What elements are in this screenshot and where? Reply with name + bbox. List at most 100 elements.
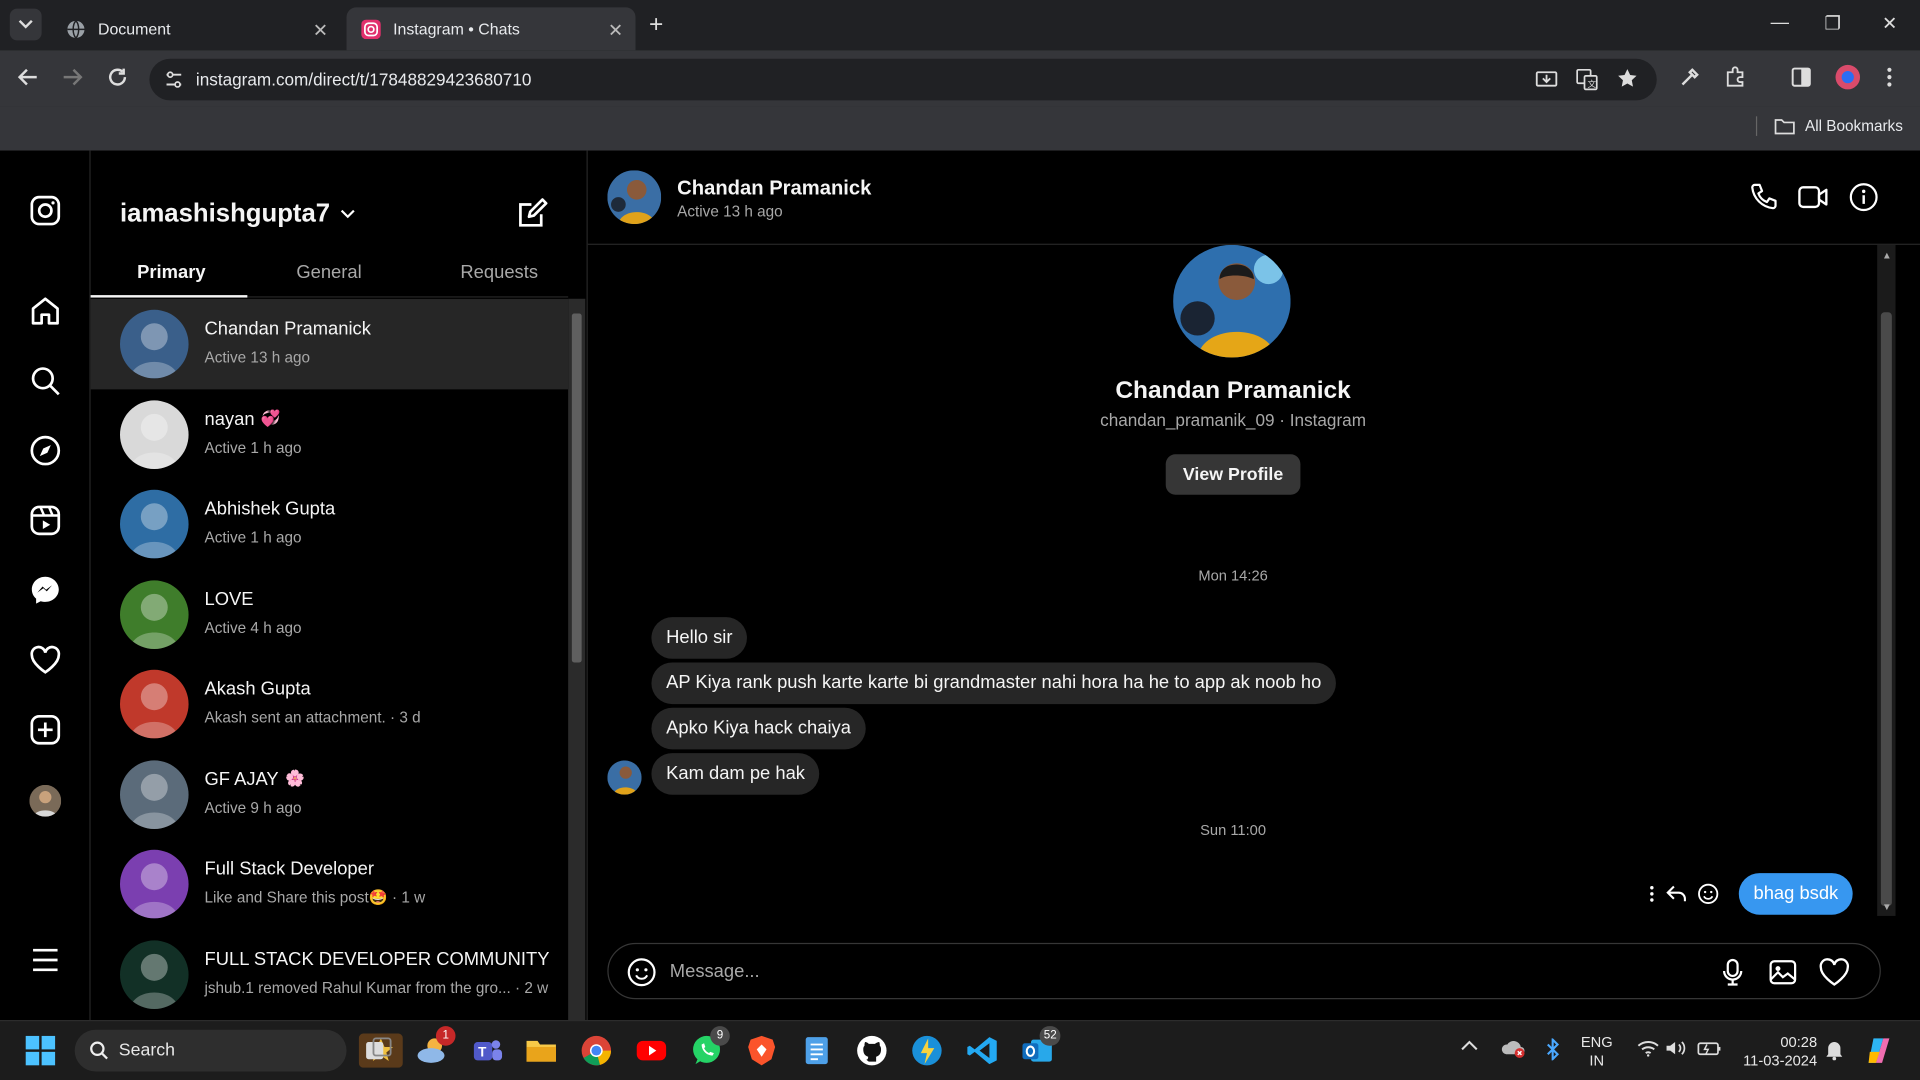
tab-document[interactable]: Document ✕ (51, 7, 340, 50)
new-message-compose-icon[interactable] (517, 197, 549, 229)
contact-avatar[interactable] (607, 170, 662, 225)
notepad-icon[interactable] (801, 1035, 833, 1067)
conversation-row[interactable]: nayan 💞 Active 1 h ago (91, 389, 569, 479)
contact-name[interactable]: Chandan Pramanick (677, 178, 871, 201)
incoming-message[interactable]: Hello sir (651, 617, 748, 659)
back-arrow-icon[interactable] (17, 66, 39, 88)
reload-icon[interactable] (107, 66, 129, 88)
bluetooth-icon[interactable] (1545, 1038, 1577, 1070)
day-separator: Sun 11:00 (1200, 821, 1267, 839)
site-settings-icon[interactable] (164, 70, 184, 90)
more-menu-icon[interactable] (29, 944, 61, 976)
extensions-puzzle-icon[interactable] (1724, 66, 1746, 88)
search-icon[interactable] (29, 365, 61, 397)
like-heart-icon[interactable] (1818, 958, 1850, 987)
heart-notifications-icon[interactable] (29, 644, 61, 676)
whatsapp-icon[interactable]: 9 (691, 1026, 730, 1067)
youtube-icon[interactable] (636, 1035, 668, 1067)
address-bar[interactable]: instagram.com/direct/t/17848829423680710… (149, 58, 1657, 101)
conversation-row[interactable]: FULL STACK DEVELOPER COMMUNITY jshub.1 re… (91, 929, 569, 1019)
tab-search-button[interactable] (9, 8, 42, 41)
bookmark-star-icon[interactable] (1616, 67, 1638, 89)
list-scrollbar[interactable] (568, 298, 586, 1021)
eyedropper-extension-icon[interactable] (1679, 66, 1701, 88)
install-app-icon[interactable] (1535, 69, 1558, 91)
conversation-info-icon[interactable] (1849, 182, 1878, 212)
emoji-picker-icon[interactable] (627, 958, 656, 987)
message-input[interactable] (669, 956, 1650, 986)
create-plus-icon[interactable] (29, 714, 61, 746)
forward-arrow-icon[interactable] (61, 66, 83, 88)
onedrive-offline-icon[interactable] (1500, 1037, 1532, 1069)
vscode-icon[interactable] (966, 1035, 998, 1067)
scroll-down-arrow-icon[interactable]: ▼ (1882, 901, 1892, 912)
incoming-message[interactable]: Kam dam pe hak (651, 753, 820, 795)
conversation-name: nayan (204, 408, 255, 430)
notification-bell-icon[interactable] (1825, 1038, 1857, 1070)
incoming-message[interactable]: AP Kiya rank push karte karte bi grandma… (651, 662, 1337, 705)
profile-avatar[interactable] (1834, 64, 1861, 91)
outlook-icon[interactable]: 52 (1021, 1026, 1061, 1067)
conversation-row[interactable]: LOVE Active 4 h ago (91, 569, 569, 659)
weather-widget-icon[interactable]: 1 (416, 1026, 456, 1067)
battery-icon[interactable] (1697, 1040, 1729, 1072)
minimize-icon[interactable]: — (1771, 12, 1789, 33)
volume-icon[interactable] (1665, 1040, 1697, 1072)
home-icon[interactable] (29, 295, 61, 327)
conversation-row[interactable]: Abhishek Gupta Active 1 h ago (91, 479, 569, 569)
voice-call-icon[interactable] (1749, 182, 1778, 211)
reply-icon[interactable] (1665, 884, 1687, 904)
clock[interactable]: 00:28 11-03-2024 (1736, 1033, 1817, 1070)
voice-clip-icon[interactable] (1718, 958, 1747, 987)
close-window-icon[interactable]: ✕ (1882, 12, 1897, 34)
scroll-up-arrow-icon[interactable]: ▲ (1882, 250, 1892, 261)
close-tab-icon[interactable]: ✕ (608, 20, 623, 42)
github-icon[interactable] (856, 1035, 888, 1067)
translate-icon[interactable]: 文 (1576, 68, 1598, 91)
new-tab-button[interactable]: + (649, 11, 663, 39)
add-photo-icon[interactable] (1768, 958, 1797, 987)
conversation-name: Full Stack Developer (204, 858, 374, 880)
instagram-logo-icon[interactable] (29, 195, 61, 227)
video-call-icon[interactable] (1798, 182, 1830, 211)
copilot-icon[interactable] (1864, 1035, 1896, 1067)
conversation-row[interactable]: Full Stack Developer Like and Share this … (91, 839, 569, 929)
tab-primary[interactable]: Primary (137, 262, 205, 283)
chrome-icon[interactable] (580, 1035, 612, 1067)
show-hidden-icons-chevron-icon[interactable] (1461, 1040, 1493, 1072)
conversation-row[interactable]: GF AJAY 🌸 Active 9 h ago (91, 749, 569, 839)
explore-compass-icon[interactable] (29, 435, 61, 467)
react-emoji-icon[interactable] (1697, 883, 1719, 905)
conversation-row[interactable]: Chandan Pramanick Active 13 h ago (90, 298, 569, 389)
restore-icon[interactable]: ❐ (1825, 12, 1841, 34)
all-bookmarks-button[interactable]: All Bookmarks (1756, 116, 1903, 136)
own-profile-avatar[interactable] (29, 784, 62, 817)
tab-requests[interactable]: Requests (460, 262, 538, 283)
wifi-icon[interactable] (1637, 1040, 1669, 1072)
scrollbar-thumb[interactable] (571, 313, 582, 663)
sender-avatar[interactable] (607, 760, 642, 795)
input-language-indicator[interactable]: ENG IN (1581, 1033, 1613, 1070)
tab-general[interactable]: General (296, 262, 361, 283)
account-switcher[interactable]: iamashishgupta7 (120, 200, 355, 229)
start-windows-icon[interactable] (24, 1035, 56, 1067)
messenger-icon[interactable] (29, 574, 61, 606)
more-options-icon[interactable] (1648, 885, 1655, 902)
view-profile-button[interactable]: View Profile (1165, 454, 1301, 495)
reels-icon[interactable] (29, 504, 61, 536)
close-tab-icon[interactable]: ✕ (313, 20, 328, 42)
chat-scrollbar[interactable]: ▲ ▼ (1877, 244, 1896, 916)
taskbar-search-box[interactable]: Search (74, 1029, 403, 1072)
brave-icon[interactable] (746, 1035, 778, 1067)
conversation-row[interactable]: Akash Gupta Akash sent an attachment. · 3… (91, 659, 569, 749)
kebab-menu-icon[interactable] (1886, 66, 1893, 88)
lightweight-app-icon[interactable] (911, 1035, 943, 1067)
task-view-icon[interactable] (362, 1035, 394, 1067)
teams-icon[interactable]: T (471, 1035, 503, 1067)
scrollbar-thumb[interactable] (1880, 312, 1892, 907)
outgoing-message[interactable]: bhag bsdk (1738, 873, 1853, 915)
incoming-message[interactable]: Apko Kiya hack chaiya (651, 707, 866, 750)
side-panel-icon[interactable] (1790, 66, 1812, 88)
file-explorer-icon[interactable] (525, 1035, 557, 1067)
tab-instagram[interactable]: Instagram • Chats ✕ (346, 7, 636, 51)
